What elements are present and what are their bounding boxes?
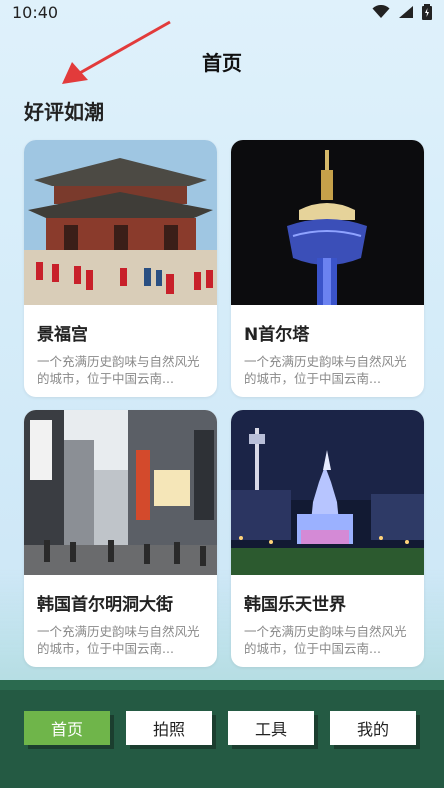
- tab-home[interactable]: 首页: [24, 711, 110, 745]
- palace-photo: [24, 140, 217, 305]
- card-title: N首尔塔: [244, 325, 310, 345]
- card-description: 一个充满历史韵味与自然风光的城市，位于中国云南...: [37, 624, 200, 656]
- card-title: 景福宫: [37, 325, 88, 345]
- section-title: 好评如潮: [24, 100, 104, 124]
- card-title: 韩国首尔明洞大街: [37, 595, 173, 615]
- attraction-card[interactable]: 韩国乐天世界 一个充满历史韵味与自然风光的城市，位于中国云南...: [231, 410, 424, 667]
- wifi-icon: [372, 5, 390, 18]
- street-photo: [24, 410, 217, 575]
- tab-tools[interactable]: 工具: [228, 711, 314, 745]
- status-time: 10:40: [12, 2, 59, 22]
- attraction-card[interactable]: N首尔塔 一个充满历史韵味与自然风光的城市，位于中国云南...: [231, 140, 424, 397]
- card-description: 一个充满历史韵味与自然风光的城市，位于中国云南...: [244, 354, 407, 386]
- status-icons: [372, 4, 432, 20]
- attraction-card[interactable]: 景福宫 一个充满历史韵味与自然风光的城市，位于中国云南...: [24, 140, 217, 397]
- card-title: 韩国乐天世界: [244, 595, 346, 615]
- card-description: 一个充满历史韵味与自然风光的城市，位于中国云南...: [37, 354, 200, 386]
- attraction-card[interactable]: 韩国首尔明洞大街 一个充满历史韵味与自然风光的城市，位于中国云南...: [24, 410, 217, 667]
- tower-photo: [231, 140, 424, 305]
- card-description: 一个充满历史韵味与自然风光的城市，位于中国云南...: [244, 624, 407, 656]
- tab-me[interactable]: 我的: [330, 711, 416, 745]
- amusement-park-photo: [231, 410, 424, 575]
- battery-icon: [422, 4, 432, 20]
- signal-icon: [399, 6, 413, 18]
- tab-photo[interactable]: 拍照: [126, 711, 212, 745]
- bottom-bar-edge: [0, 680, 444, 690]
- page-title: 首页: [202, 51, 242, 75]
